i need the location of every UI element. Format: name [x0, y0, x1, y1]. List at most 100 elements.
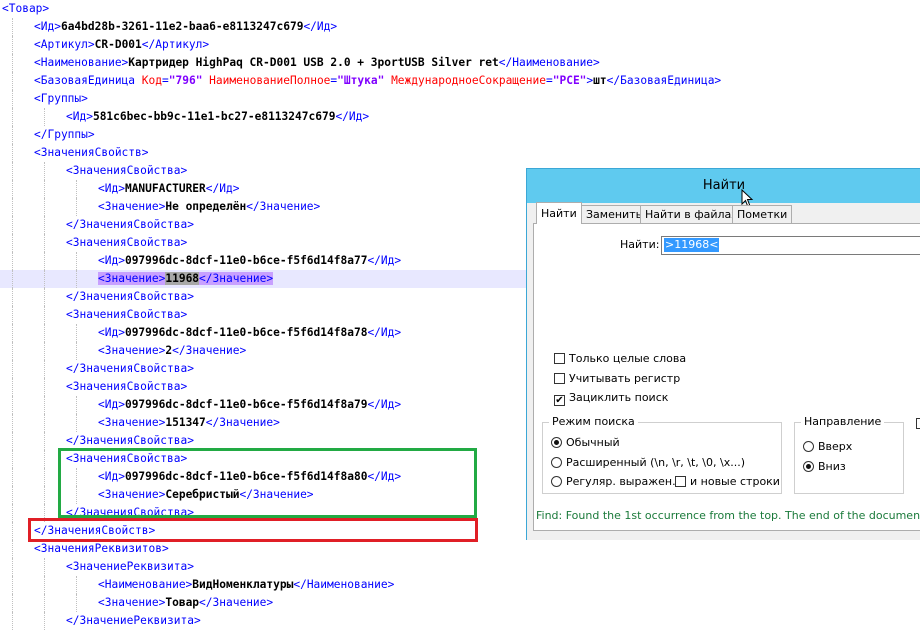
indent-guide [12, 270, 13, 288]
xml-tag: </Артикул> [141, 38, 210, 51]
code-line[interactable]: <Товар> [0, 0, 920, 18]
indent-guide [44, 162, 45, 180]
xml-value: 581c6bec-bb9c-11e1-bc27-e8113247c679 [92, 110, 336, 123]
indent-guide [12, 108, 13, 126]
regex-newline-option[interactable]: и новые строки [675, 474, 780, 490]
xml-value: шт [593, 74, 607, 87]
xml-tag: </Значение> [205, 416, 280, 429]
direction-up[interactable]: Вверх [803, 439, 852, 455]
xml-tag: <Ид> [66, 110, 93, 123]
direction-up-label: Вверх [818, 440, 853, 453]
mode-normal[interactable]: Обычный [551, 435, 620, 451]
tab-find-in-files[interactable]: Найти в файлах [640, 205, 743, 223]
code-line[interactable]: <ЗначенияСвойств> [0, 144, 920, 162]
code-line[interactable]: </ЗначениеРеквизита> [0, 612, 920, 630]
code-line[interactable]: </Группы> [0, 126, 920, 144]
direction-up-radio[interactable] [803, 441, 814, 452]
xml-tag: </Значение> [172, 344, 247, 357]
wrap-around-checkbox[interactable]: ✔ [554, 395, 565, 406]
code-line[interactable]: <Ид>581c6bec-bb9c-11e1-bc27-e8113247c679… [0, 108, 920, 126]
indent-guide [12, 36, 13, 54]
indent-guide [76, 396, 77, 414]
indent-guide [12, 54, 13, 72]
option-match-case[interactable]: Учитывать регистр [554, 371, 680, 387]
code-line[interactable]: <Наименование>ВидНоменклатуры</Наименова… [0, 576, 920, 594]
code-text: <Значение>11968</Значение> [98, 270, 274, 288]
xml-value: 151347 [165, 416, 206, 429]
xml-tag: </Ид> [205, 182, 240, 195]
code-line[interactable]: <Ид>6a4bd28b-3261-11e2-baa6-e8113247c679… [0, 18, 920, 36]
mode-extended[interactable]: Расширенный (\n, \r, \t, \0, \x...) [551, 455, 745, 471]
xml-tag: </Группы> [34, 128, 95, 141]
direction-down[interactable]: Вниз [803, 459, 846, 475]
xml-attr-name: НаименованиеПолное [202, 74, 331, 87]
tab-find[interactable]: Найти [536, 202, 582, 224]
xml-tag: </Ид> [367, 470, 402, 483]
xml-value: 097996dc-8dcf-11e0-b6ce-f5f6d14f8a77 [124, 254, 368, 267]
indent-guide [12, 252, 13, 270]
mode-normal-radio[interactable] [551, 437, 562, 448]
xml-tag: <Ид> [98, 326, 125, 339]
xml-tag: </ЗначениеРеквизита> [66, 614, 201, 627]
xml-tag: </Значение> [199, 272, 274, 285]
code-text: <ЗначениеРеквизита> [66, 558, 194, 576]
indent-guide [12, 522, 13, 540]
xml-tag: <ЗначенияСвойства> [66, 164, 188, 177]
direction-down-label: Вниз [818, 460, 846, 473]
xml-value: 097996dc-8dcf-11e0-b6ce-f5f6d14f8a80 [124, 470, 368, 483]
xml-tag: <ЗначенияСвойства> [66, 236, 188, 249]
xml-value: Не определён [165, 200, 247, 213]
regex-newline-checkbox[interactable] [675, 476, 686, 487]
code-line[interactable]: <Наименование>Картридер HighPaq CR-D001 … [0, 54, 920, 72]
xml-tag: = [162, 74, 169, 87]
whole-word-checkbox[interactable] [554, 353, 565, 364]
mode-regex-radio[interactable] [551, 476, 562, 487]
indent-guide [12, 432, 13, 450]
code-text: </ЗначенияСвойства> [66, 360, 194, 378]
code-text: </ЗначенияСвойств> [34, 522, 155, 540]
code-text: </ЗначенияСвойства> [66, 288, 194, 306]
code-line[interactable]: <Группы> [0, 90, 920, 108]
xml-tag: </Наименование> [498, 56, 600, 69]
indent-guide [44, 180, 45, 198]
xml-tag: <Группы> [34, 92, 88, 105]
code-line[interactable]: <Артикул>CR-D001</Артикул> [0, 36, 920, 54]
xml-tag: <ЗначенияСвойств> [34, 146, 149, 159]
indent-guide [12, 378, 13, 396]
code-line[interactable]: <Значение>Товар</Значение> [0, 594, 920, 612]
indent-guide [44, 270, 45, 288]
xml-tag: </ЗначенияСвойства> [66, 434, 194, 447]
indent-guide [44, 306, 45, 324]
indent-guide [12, 18, 13, 36]
mode-extended-radio[interactable] [551, 457, 562, 468]
indent-guide [76, 468, 77, 486]
code-line[interactable]: <ЗначениеРеквизита> [0, 558, 920, 576]
direction-group: Направление Вверх Вниз [794, 415, 904, 494]
xml-value: 6a4bd28b-3261-11e2-baa6-e8113247c679 [60, 20, 304, 33]
indent-guide [44, 288, 45, 306]
code-text: <ЗначенияСвойства> [66, 162, 187, 180]
dialog-titlebar[interactable]: Найти [527, 169, 920, 208]
code-text: <ЗначенияСвойства> [66, 378, 187, 396]
direction-down-radio[interactable] [803, 461, 814, 472]
code-line[interactable]: <ЗначенияРеквизитов> [0, 540, 920, 558]
match-case-checkbox[interactable] [554, 373, 565, 384]
indent-guide [12, 342, 13, 360]
indent-guide [44, 216, 45, 234]
code-text: <Наименование>Картридер HighPaq CR-D001 … [34, 54, 600, 72]
tab-replace[interactable]: Заменить [581, 205, 648, 223]
xml-tag: <Наименование> [98, 578, 193, 591]
find-input[interactable]: >11968< [661, 236, 920, 255]
option-whole-word[interactable]: Только целые слова [554, 351, 686, 367]
option-wrap-around[interactable]: ✔ Зациклить поиск [554, 390, 668, 406]
xml-value: CR-D001 [94, 38, 142, 51]
code-line[interactable]: <БазоваяЕдиница Код="796" НаименованиеПо… [0, 72, 920, 90]
code-text: <Ид>097996dc-8dcf-11e0-b6ce-f5f6d14f8a80… [98, 468, 401, 486]
indent-guide [12, 360, 13, 378]
indent-guide [12, 612, 13, 630]
mode-regex[interactable]: Регуляр. выражен. [551, 474, 676, 490]
transparency-checkbox[interactable] [916, 418, 920, 429]
code-text: <ЗначенияРеквизитов> [34, 540, 169, 558]
tab-marks[interactable]: Пометки [732, 205, 793, 223]
code-text: <Артикул>CR-D001</Артикул> [34, 36, 209, 54]
